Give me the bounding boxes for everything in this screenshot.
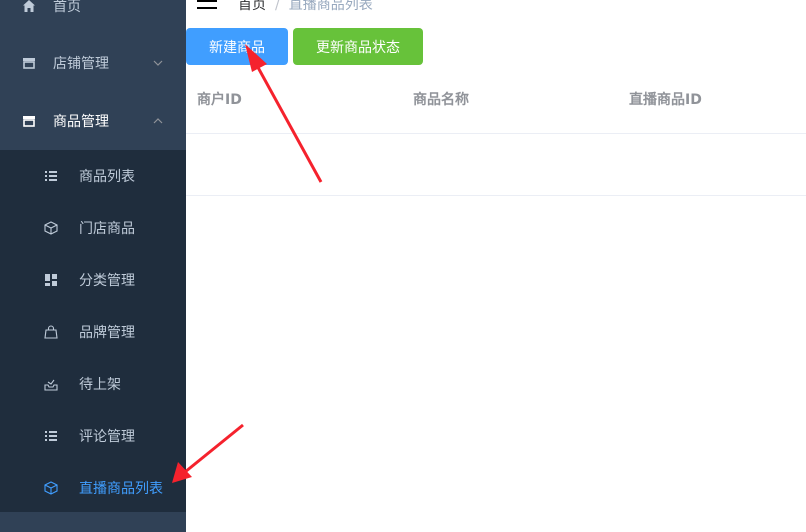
breadcrumb-current: 直播商品列表: [288, 0, 373, 13]
breadcrumb: 首页 / 直播商品列表: [238, 0, 373, 14]
sidebar-item-label: 待上架: [79, 377, 121, 393]
sidebar-item-pending-listing[interactable]: 待上架: [0, 358, 186, 410]
product-submenu: 商品列表 门店商品 分类管理 品牌管理 待上架 评论管理 直播商品列表: [0, 150, 186, 512]
sidebar-item-label: 商品列表: [79, 169, 135, 185]
sidebar-item-product-list[interactable]: 商品列表: [0, 150, 186, 202]
home-icon: [23, 0, 35, 12]
sidebar-item-label: 商品管理: [53, 114, 109, 130]
box-icon: [44, 481, 58, 495]
chevron-up-icon: [153, 118, 163, 124]
sidebar-item-review-management[interactable]: 评论管理: [0, 410, 186, 462]
box-icon: [44, 221, 58, 235]
sidebar-item-label: 店铺管理: [53, 56, 109, 72]
sidebar-item-live-product-list[interactable]: 直播商品列表: [0, 462, 186, 514]
sidebar-item-label: 分类管理: [79, 273, 135, 289]
sidebar-item-store-products[interactable]: 门店商品: [0, 202, 186, 254]
store-icon: [23, 116, 35, 127]
table-header-live-product-id: 直播商品ID: [629, 92, 702, 108]
sidebar-item-label: 首页: [53, 0, 81, 15]
breadcrumb-home[interactable]: 首页: [238, 0, 266, 13]
sidebar-item-label: 门店商品: [79, 221, 135, 237]
store-icon: [23, 58, 35, 69]
sidebar-item-label: 评论管理: [79, 429, 135, 445]
sidebar-item-store-management[interactable]: 店铺管理: [0, 35, 186, 91]
new-product-button[interactable]: 新建商品: [186, 28, 288, 65]
table-header-merchant-id: 商户ID: [197, 92, 242, 108]
hamburger-icon[interactable]: [197, 0, 217, 12]
table-header-divider: [186, 133, 806, 134]
list-icon: [45, 171, 57, 181]
sidebar-item-label: 品牌管理: [79, 325, 135, 341]
chevron-down-icon: [153, 60, 163, 66]
bag-icon: [44, 325, 58, 339]
sidebar-item-product-management[interactable]: 商品管理: [0, 93, 186, 149]
breadcrumb-separator: /: [275, 0, 280, 13]
list-icon: [45, 431, 57, 441]
grid-icon: [45, 274, 57, 286]
table-header-product-name: 商品名称: [413, 92, 469, 108]
sidebar: 首页 店铺管理 商品管理 商品列表 门店商品 分类管理 品牌管理 待上架 评论管…: [0, 0, 186, 532]
table-row-divider: [186, 195, 806, 196]
sidebar-item-category-management[interactable]: 分类管理: [0, 254, 186, 306]
sidebar-item-label: 直播商品列表: [79, 481, 163, 497]
inbox-icon: [44, 379, 58, 391]
sidebar-item-home[interactable]: 首页: [0, 0, 186, 34]
sidebar-item-brand-management[interactable]: 品牌管理: [0, 306, 186, 358]
update-product-status-button[interactable]: 更新商品状态: [293, 28, 423, 65]
